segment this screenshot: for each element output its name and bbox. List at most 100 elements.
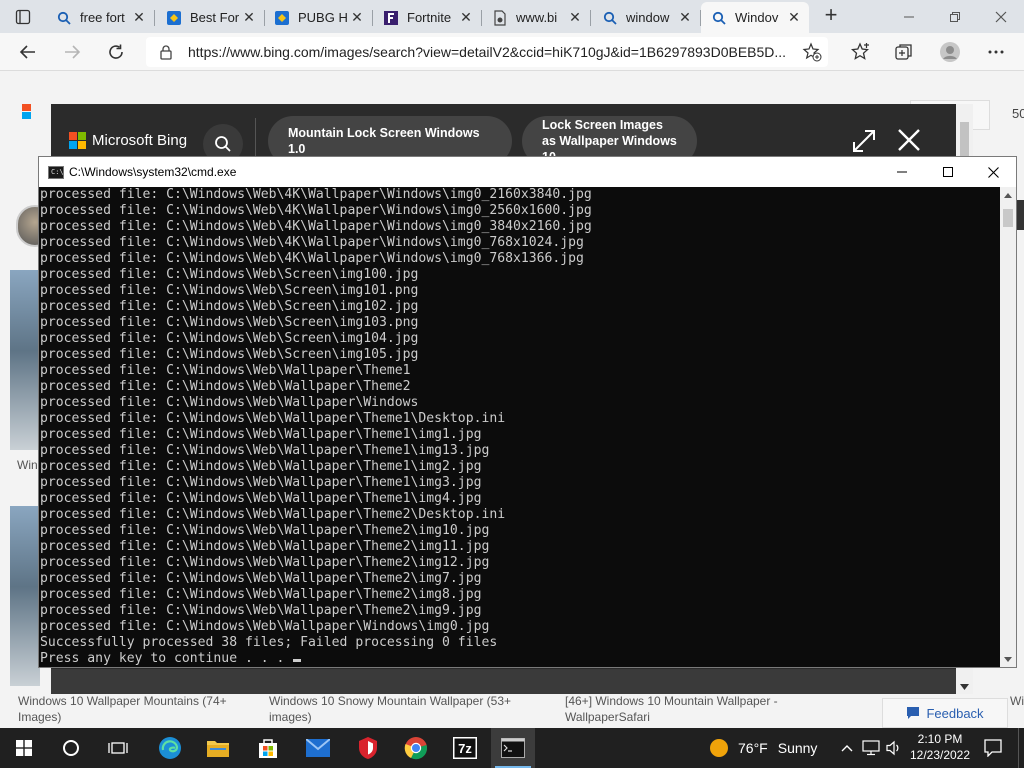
taskbar-mail[interactable] [296,728,340,768]
refresh-button[interactable] [102,38,130,66]
browser-tab[interactable]: Fortnite ✕ [373,2,482,33]
browser-tab[interactable]: PUBG H ✕ [264,2,373,33]
cmd-maximize-button[interactable] [925,157,971,187]
new-tab-button[interactable]: + [820,4,842,27]
taskbar-cmd[interactable] [491,728,535,768]
image-caption[interactable]: Windows 10 Snowy Mountain Wallpaper (53+… [269,693,519,725]
close-tab-icon[interactable]: ✕ [787,10,801,24]
close-icon[interactable] [895,126,923,154]
image-caption[interactable]: Windows 10 Wallpaper Mountains (74+ Imag… [18,693,246,725]
address-bar[interactable]: https://www.bing.com/images/search?view=… [146,37,828,67]
console-line: processed file: C:\Windows\Web\4K\Wallpa… [40,235,1000,251]
cortana-button[interactable] [49,728,93,768]
caption-text: Windows 10 Wallpaper Mountains (74+ Imag… [18,694,227,724]
cmd-scrollbar[interactable] [1000,187,1016,667]
console-line-text: processed file: C:\Windows\Web\4K\Wallpa… [40,219,592,234]
browser-tab[interactable]: Best For ✕ [156,2,265,33]
browser-tab[interactable]: www.bi ✕ [482,2,591,33]
url-text[interactable]: https://www.bing.com/images/search?view=… [188,44,788,60]
close-tab-icon[interactable]: ✕ [132,10,146,24]
console-line: Successfully processed 38 files; Failed … [40,635,1000,651]
chevron-down-icon[interactable] [960,684,969,690]
page-right-label: 50 [1012,106,1024,121]
expand-icon[interactable] [851,128,877,154]
action-center-button[interactable] [978,728,1008,768]
scroll-down-button[interactable] [1000,651,1016,667]
console-line-text: processed file: C:\Windows\Web\Wallpaper… [40,443,490,458]
scrollbar-thumb[interactable] [960,122,969,160]
console-line: processed file: C:\Windows\Web\Wallpaper… [40,379,1000,395]
refresh-icon [109,44,123,59]
console-line-text: Successfully processed 38 files; Failed … [40,635,498,650]
taskbar-chrome[interactable] [394,728,438,768]
restore-button[interactable] [932,0,978,33]
network-icon [862,740,880,756]
thumbnail-image[interactable] [10,270,40,450]
chevron-up-icon [841,745,853,752]
taskbar-edge[interactable] [148,728,192,768]
start-button[interactable] [2,728,46,768]
minimize-button[interactable] [886,0,932,33]
network-button[interactable] [860,728,882,768]
close-tab-icon[interactable]: ✕ [678,10,692,24]
close-tab-icon[interactable]: ✕ [568,10,582,24]
collections-button[interactable] [890,38,918,66]
svg-text:7z: 7z [458,741,472,756]
task-view-icon [108,742,128,754]
feedback-label: Feedback [926,705,984,721]
show-desktop-button[interactable] [1018,728,1024,768]
favorites-button[interactable] [846,38,874,66]
close-tab-icon[interactable]: ✕ [459,10,473,24]
close-tab-icon[interactable]: ✕ [350,10,364,24]
mail-icon [306,739,330,757]
bing-logo[interactable]: Microsoft Bing [69,132,187,149]
task-view-button[interactable] [96,728,140,768]
taskbar-7zip[interactable]: 7z [443,728,487,768]
settings-more-button[interactable] [982,38,1010,66]
forward-button[interactable] [58,38,86,66]
scroll-up-button[interactable] [1000,187,1016,203]
cmd-minimize-button[interactable] [879,157,925,187]
browser-tab[interactable]: free fort ✕ [46,2,155,33]
console-line: processed file: C:\Windows\Web\Wallpaper… [40,411,1000,427]
close-window-button[interactable] [978,0,1024,33]
7zip-icon: 7z [453,737,477,759]
restore-icon [950,11,960,22]
console-line-text: processed file: C:\Windows\Web\Wallpaper… [40,507,506,522]
bing-viewer-footer [51,669,956,694]
profile-button[interactable] [936,38,964,66]
cmd-title-bar[interactable]: C:\ C:\Windows\system32\cmd.exe [39,157,1016,187]
image-caption[interactable]: Wi [1010,693,1024,709]
thumbnail-image[interactable] [10,506,40,686]
cmd-close-button[interactable] [970,157,1016,187]
weather-temperature: 76°F [738,740,768,756]
image-caption[interactable]: [46+] Windows 10 Mountain Wallpaper - Wa… [565,693,805,725]
close-tab-icon[interactable]: ✕ [242,10,256,24]
feedback-button[interactable]: Feedback [882,698,1008,728]
console-line-text: processed file: C:\Windows\Web\Screen\im… [40,347,419,362]
minimize-icon [904,16,914,17]
weather-widget[interactable]: 76°F Sunny [710,728,817,768]
browser-tab[interactable]: window ✕ [592,2,701,33]
cmd-window[interactable]: C:\ C:\Windows\system32\cmd.exe processe… [38,156,1017,668]
console-line-text: processed file: C:\Windows\Web\4K\Wallpa… [40,203,592,218]
taskbar-file-explorer[interactable] [196,728,240,768]
tray-overflow-button[interactable] [838,728,856,768]
console-line: processed file: C:\Windows\Web\Screen\im… [40,331,1000,347]
taskbar-security[interactable] [346,728,390,768]
console-line-text: processed file: C:\Windows\Web\Screen\im… [40,267,419,282]
taskbar-microsoft-store[interactable] [246,728,290,768]
lock-icon[interactable] [158,44,174,60]
left-caption: Win [17,458,38,472]
volume-button[interactable] [884,728,904,768]
console-line-text: processed file: C:\Windows\Web\Screen\im… [40,331,419,346]
cmd-console-output[interactable]: processed file: C:\Windows\Web\4K\Wallpa… [39,187,1000,667]
add-favorite-star-icon[interactable] [802,42,822,62]
microsoft-logo-icon [22,104,31,119]
browser-tab[interactable]: Windov ✕ [701,2,809,33]
back-button[interactable] [14,38,42,66]
scrollbar-thumb[interactable] [1003,209,1013,227]
tab-title: Fortnite [407,10,452,25]
clock-button[interactable]: 2:10 PM 12/23/2022 [905,731,975,763]
tab-actions-button[interactable] [6,6,40,28]
